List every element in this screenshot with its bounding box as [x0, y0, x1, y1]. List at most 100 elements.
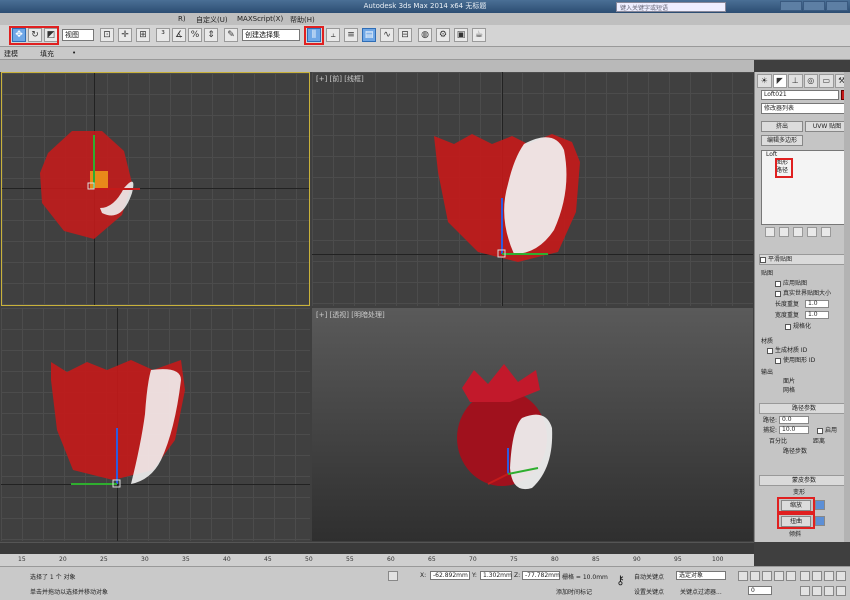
distance-option[interactable]: 距离 [813, 438, 825, 445]
extrude-button[interactable]: 挤出 [761, 121, 803, 132]
apply-mapping-checkbox[interactable] [775, 280, 781, 287]
layer-icon[interactable]: ≡ [344, 28, 358, 42]
output-patch-option[interactable]: 面片 [783, 378, 795, 385]
material-editor-icon[interactable]: ◍ [418, 28, 432, 42]
enable-checkbox[interactable] [817, 427, 823, 434]
path-steps-option[interactable]: 路径步数 [783, 448, 807, 455]
twist-toggle-icon[interactable] [815, 516, 825, 526]
menu-item-help[interactable]: 帮助(H) [290, 15, 315, 25]
scale-toggle-icon[interactable] [815, 500, 825, 510]
display-tab-icon[interactable]: ▭ [819, 74, 834, 88]
create-tab-icon[interactable]: ☀ [757, 74, 772, 88]
close-button[interactable] [826, 1, 848, 11]
select-manipulate-icon[interactable]: ✛ [118, 28, 132, 42]
render-setup-icon[interactable]: ⚙ [436, 28, 450, 42]
real-world-option[interactable]: 真实世界贴图大小 [775, 290, 831, 297]
length-repeat-spinner[interactable]: 1.0 [805, 300, 829, 308]
zoom-icon[interactable] [800, 571, 810, 581]
maximize-viewport-icon[interactable] [836, 571, 846, 581]
smooth-mapping-rollout[interactable]: 平滑贴图 [759, 254, 849, 265]
path-spinner[interactable]: 0.0 [779, 416, 809, 424]
edit-named-selection-icon[interactable]: ✎ [224, 28, 238, 42]
set-key-button[interactable]: 设置关键点 [634, 587, 664, 596]
align-icon[interactable]: ⫠ [326, 28, 340, 42]
current-frame-field[interactable]: 0 [748, 586, 772, 595]
snap-3-icon[interactable]: ³ [156, 28, 170, 42]
lock-selection-icon[interactable] [388, 571, 398, 581]
selected-object-dropdown[interactable]: 选定对象 [676, 571, 726, 580]
time-slider[interactable] [0, 542, 754, 554]
key-icon[interactable]: ⚷ [616, 573, 625, 587]
ribbon-toggle-icon[interactable]: • [72, 49, 76, 57]
auto-key-button[interactable]: 自动关键点 [634, 572, 664, 581]
pin-stack-icon[interactable] [765, 227, 775, 237]
y-coordinate-field[interactable]: 1.302mm [480, 571, 512, 580]
apply-mapping-option[interactable]: 应用贴图 [775, 280, 807, 287]
key-filters-button[interactable]: 关键点过滤器... [680, 587, 722, 596]
viewport-top[interactable] [1, 72, 310, 306]
graphite-toggle-icon[interactable]: ▤ [362, 28, 376, 42]
zoom-extents-icon[interactable] [824, 571, 834, 581]
teeter-deform-button[interactable]: 倾斜 [789, 531, 801, 538]
named-selection-set[interactable]: 创建选择集 [242, 29, 300, 41]
x-coordinate-field[interactable]: -62.892mm [430, 571, 470, 580]
minimize-button[interactable] [780, 1, 802, 11]
pivot-icon[interactable]: ⊡ [100, 28, 114, 42]
snap-spinner[interactable]: 10.0 [779, 426, 809, 434]
go-to-end-icon[interactable] [786, 571, 796, 581]
percent-snap-icon[interactable]: % [188, 28, 202, 42]
ribbon-tab-populate[interactable]: 填充 [40, 49, 54, 59]
curve-editor-icon[interactable]: ∿ [380, 28, 394, 42]
edit-poly-button[interactable]: 编辑多边形 [761, 135, 803, 146]
viewport-left[interactable] [1, 308, 310, 541]
viewport-perspective[interactable]: [+] [透视] [明暗处理] [312, 308, 753, 541]
menu-item-maxscript[interactable]: MAXScript(X) [237, 15, 283, 23]
uvw-map-button[interactable]: UVW 贴图 [805, 121, 849, 132]
spinner-snap-icon[interactable]: ⇕ [204, 28, 218, 42]
show-end-result-icon[interactable] [779, 227, 789, 237]
object-name-field[interactable]: Loft021 [761, 90, 839, 100]
reference-coordinate-select[interactable]: 视图 [62, 29, 94, 41]
prev-frame-icon[interactable] [750, 571, 760, 581]
use-shape-id-option[interactable]: 使用图形 ID [775, 357, 815, 364]
play-icon[interactable] [762, 571, 772, 581]
menu-item-rendering[interactable]: R) [178, 15, 186, 23]
maximize-button[interactable] [803, 1, 825, 11]
viewport-front[interactable]: [+] [前] [线框] [312, 72, 753, 306]
pan-icon[interactable] [800, 586, 810, 596]
add-time-tag[interactable]: 添加时间标记 [556, 587, 592, 596]
enable-option[interactable]: 启用 [817, 427, 837, 434]
configure-sets-icon[interactable] [821, 227, 831, 237]
hierarchy-tab-icon[interactable]: ⊥ [788, 74, 803, 88]
modifier-list-dropdown[interactable]: 修改器列表 [761, 103, 849, 114]
skin-parameters-rollout[interactable]: 蒙皮参数 [759, 475, 849, 486]
walk-through-icon[interactable] [836, 586, 846, 596]
real-world-checkbox[interactable] [775, 290, 781, 297]
modify-tab-icon[interactable]: ◤ [772, 74, 787, 88]
render-frame-icon[interactable]: ▣ [454, 28, 468, 42]
go-to-start-icon[interactable] [738, 571, 748, 581]
smooth-checkbox[interactable] [760, 256, 766, 263]
schematic-view-icon[interactable]: ⊟ [398, 28, 412, 42]
search-input[interactable]: 键入关键字或短语 [616, 2, 726, 12]
timeline-ruler[interactable]: 15 20 25 30 35 40 45 50 55 60 65 70 75 8… [0, 554, 754, 566]
next-frame-icon[interactable] [774, 571, 784, 581]
orbit-icon[interactable] [812, 586, 822, 596]
gen-mat-id-checkbox[interactable] [767, 347, 773, 354]
render-production-icon[interactable]: ☕ [472, 28, 486, 42]
path-parameters-rollout[interactable]: 路径参数 [759, 403, 849, 414]
ribbon-tab-modeling[interactable]: 建模 [4, 49, 18, 59]
make-unique-icon[interactable] [793, 227, 803, 237]
percent-option[interactable]: 百分比 [769, 438, 787, 445]
normalize-option[interactable]: 规格化 [785, 323, 811, 330]
menu-item-customize[interactable]: 自定义(U) [196, 15, 228, 25]
angle-snap-icon[interactable]: ∡ [172, 28, 186, 42]
command-panel-scrollbar[interactable] [844, 72, 850, 542]
output-mesh-option[interactable]: 网格 [783, 387, 795, 394]
keyboard-shortcut-icon[interactable]: ⊞ [136, 28, 150, 42]
use-shape-id-checkbox[interactable] [775, 357, 781, 364]
gen-mat-id-option[interactable]: 生成材质 ID [767, 347, 807, 354]
width-repeat-spinner[interactable]: 1.0 [805, 311, 829, 319]
motion-tab-icon[interactable]: ◎ [803, 74, 818, 88]
zoom-all-icon[interactable] [812, 571, 822, 581]
